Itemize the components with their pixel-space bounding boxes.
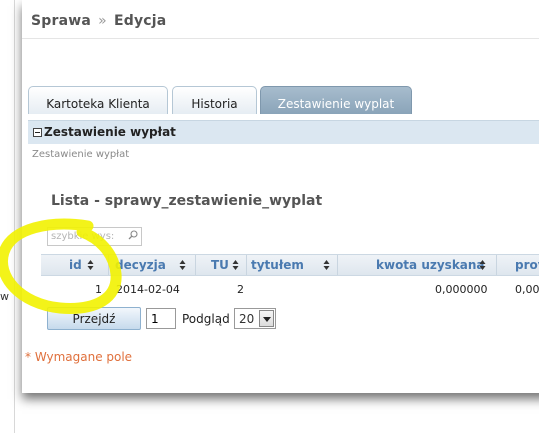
- column-label: TU: [211, 258, 229, 272]
- column-label: tytułem: [251, 258, 304, 272]
- required-field-note: * Wymagane pole: [25, 350, 133, 364]
- column-header-id[interactable]: id: [41, 255, 109, 275]
- cell-decyzja: 2014-02-04: [116, 283, 180, 296]
- page-size-select[interactable]: 20: [234, 308, 276, 329]
- page-number-input[interactable]: [146, 308, 176, 329]
- sort-icon[interactable]: [179, 259, 186, 271]
- edit-panel: Sprawa » Edycja Kartoteka Klienta Histor…: [22, 0, 539, 393]
- page-size-label: Podgląd: [182, 312, 230, 326]
- cell-kwota: 0,000000: [435, 283, 488, 296]
- quick-search-input[interactable]: [48, 228, 127, 245]
- column-label: id: [69, 258, 82, 272]
- column-header-decyzja[interactable]: decyzja: [109, 255, 196, 275]
- list-title: Lista - sprawy_zestawienie_wyplat: [51, 193, 323, 209]
- breadcrumb-page: Edycja: [113, 13, 167, 29]
- cell-id: 1: [95, 283, 102, 296]
- sort-icon[interactable]: [323, 259, 330, 271]
- column-label: prov: [515, 258, 539, 272]
- collapse-toggle-icon[interactable]: [33, 128, 42, 137]
- table-row[interactable]: 1 2014-02-04 2 0,000000 0,00: [41, 280, 539, 300]
- page-title: Sprawa » Edycja: [31, 13, 166, 29]
- section-header[interactable]: Zestawienie wypłat: [28, 120, 539, 144]
- breadcrumb-separator: »: [98, 13, 107, 29]
- page-size-value: 20: [239, 312, 255, 326]
- sort-icon[interactable]: [87, 259, 94, 271]
- left-rail-divider: [14, 0, 15, 433]
- column-label: kwota uzyskana: [376, 258, 485, 272]
- sort-icon[interactable]: [479, 259, 486, 271]
- go-button[interactable]: Przejdź: [47, 307, 141, 330]
- title-divider: [22, 38, 539, 39]
- cell-tu: 2: [237, 283, 244, 296]
- cell-prov: 0,00: [515, 283, 539, 296]
- section-subtitle: Zestawienie wypłat: [32, 149, 130, 160]
- chevron-down-icon[interactable]: [259, 310, 274, 327]
- column-header-prov[interactable]: prov: [497, 255, 539, 275]
- left-stray-text: w: [0, 290, 9, 303]
- tab-zestawienie-wyplat[interactable]: Zestawienie wyplat: [260, 86, 412, 114]
- tab-kartoteka-klienta[interactable]: Kartoteka Klienta: [28, 86, 168, 114]
- breadcrumb-section[interactable]: Sprawa: [31, 13, 91, 29]
- search-icon[interactable]: [128, 230, 138, 240]
- section-title: Zestawienie wypłat: [44, 125, 176, 139]
- column-header-tu[interactable]: TU: [196, 255, 247, 275]
- grid-header: id decyzja TU tytułem kwota uzyskana pro…: [41, 254, 539, 276]
- tab-historia[interactable]: Historia: [172, 86, 257, 114]
- column-label: decyzja: [115, 258, 166, 272]
- sort-icon[interactable]: [232, 259, 239, 271]
- column-header-kwota-uzyskana[interactable]: kwota uzyskana: [338, 255, 497, 275]
- quick-search: [47, 227, 142, 246]
- column-header-tytulem[interactable]: tytułem: [247, 255, 338, 275]
